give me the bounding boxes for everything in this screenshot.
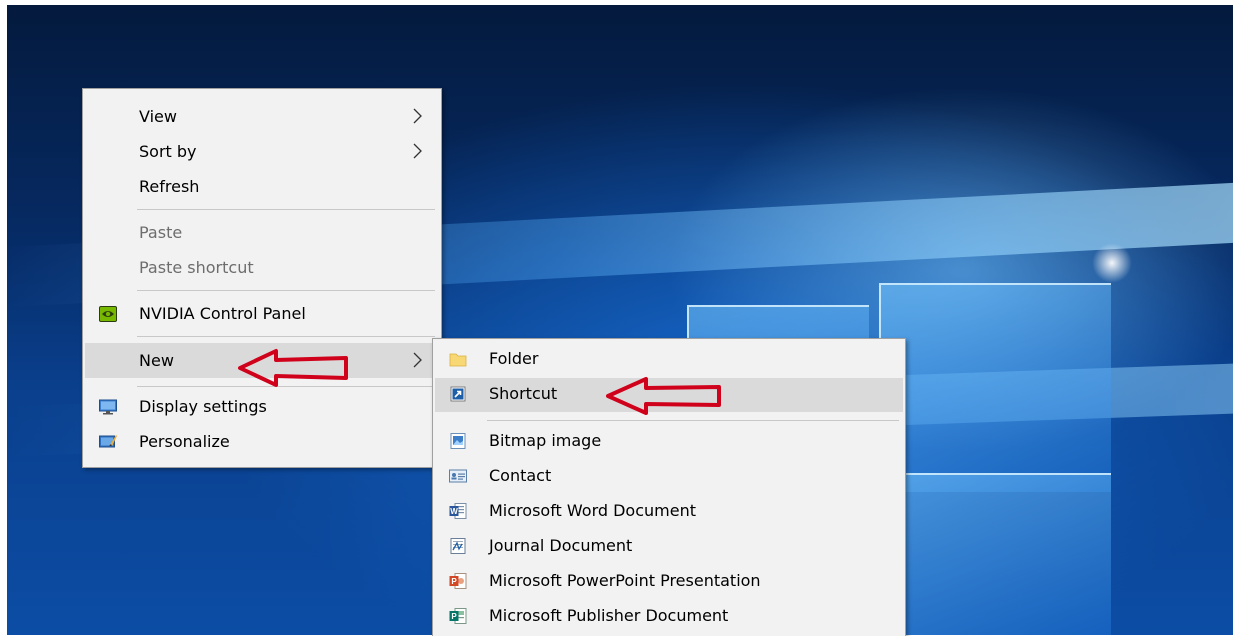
bitmap-icon bbox=[450, 433, 466, 449]
menu-item-label: Microsoft PowerPoint Presentation bbox=[489, 571, 761, 590]
menu-item-label: View bbox=[139, 107, 177, 126]
menu-item-nvidia-control-panel[interactable]: NVIDIA Control Panel bbox=[85, 298, 439, 330]
submenu-item-word-document[interactable]: W Microsoft Word Document bbox=[435, 495, 903, 527]
menu-item-label: Microsoft Publisher Document bbox=[489, 606, 729, 625]
menu-item-label: Folder bbox=[489, 349, 539, 368]
menu-item-label: Paste shortcut bbox=[139, 258, 254, 277]
submenu-item-folder[interactable]: Folder bbox=[435, 343, 903, 375]
submenu-item-publisher-document[interactable]: P Microsoft Publisher Document bbox=[435, 600, 903, 632]
red-arrow-pointing-to-shortcut bbox=[606, 377, 721, 415]
menu-item-label: Sort by bbox=[139, 142, 197, 161]
windows-logo-pane bbox=[879, 473, 1111, 635]
logo-glow bbox=[1092, 243, 1132, 283]
menu-item-label: Display settings bbox=[139, 397, 267, 416]
menu-item-label: Microsoft Word Document bbox=[489, 501, 696, 520]
menu-item-label: Refresh bbox=[139, 177, 200, 196]
chevron-right-icon bbox=[413, 108, 422, 124]
menu-item-sort-by[interactable]: Sort by bbox=[85, 136, 439, 168]
menu-item-view[interactable]: View bbox=[85, 101, 439, 133]
word-icon: W bbox=[449, 503, 467, 519]
submenu-item-powerpoint-presentation[interactable]: P Microsoft PowerPoint Presentation bbox=[435, 565, 903, 597]
menu-item-label: New bbox=[139, 351, 174, 370]
powerpoint-icon: P bbox=[449, 573, 467, 589]
menu-item-label: Journal Document bbox=[489, 536, 633, 555]
menu-separator bbox=[137, 209, 435, 210]
shortcut-icon bbox=[450, 386, 466, 402]
svg-text:P: P bbox=[451, 577, 457, 586]
menu-item-label: Bitmap image bbox=[489, 431, 602, 450]
menu-item-refresh[interactable]: Refresh bbox=[85, 171, 439, 203]
menu-item-personalize[interactable]: Personalize bbox=[85, 426, 439, 458]
personalize-icon bbox=[99, 435, 117, 448]
menu-item-display-settings[interactable]: Display settings bbox=[85, 391, 439, 423]
publisher-icon: P bbox=[449, 608, 467, 624]
windows-logo-pane bbox=[879, 283, 1111, 492]
desktop-context-menu: View Sort by Refresh Paste Paste shortcu… bbox=[82, 88, 442, 468]
journal-icon bbox=[450, 538, 466, 554]
red-arrow-pointing-to-new bbox=[238, 349, 348, 387]
nvidia-icon bbox=[99, 306, 117, 322]
folder-icon bbox=[449, 353, 467, 367]
menu-item-label: NVIDIA Control Panel bbox=[139, 304, 306, 323]
submenu-item-journal-document[interactable]: Journal Document bbox=[435, 530, 903, 562]
svg-text:P: P bbox=[451, 612, 457, 621]
submenu-item-contact[interactable]: Contact bbox=[435, 460, 903, 492]
submenu-item-bitmap-image[interactable]: Bitmap image bbox=[435, 425, 903, 457]
menu-item-paste: Paste bbox=[85, 217, 439, 249]
menu-item-paste-shortcut: Paste shortcut bbox=[85, 252, 439, 284]
svg-text:W: W bbox=[450, 507, 458, 516]
menu-item-label: Paste bbox=[139, 223, 183, 242]
menu-item-label: Personalize bbox=[139, 432, 230, 451]
contact-icon bbox=[449, 469, 467, 483]
menu-separator bbox=[137, 336, 435, 337]
menu-separator bbox=[487, 420, 899, 421]
menu-item-label: Shortcut bbox=[489, 384, 558, 403]
menu-separator bbox=[137, 290, 435, 291]
menu-item-label: Contact bbox=[489, 466, 552, 485]
display-icon bbox=[99, 399, 117, 415]
chevron-right-icon bbox=[413, 352, 422, 368]
chevron-right-icon bbox=[413, 143, 422, 159]
